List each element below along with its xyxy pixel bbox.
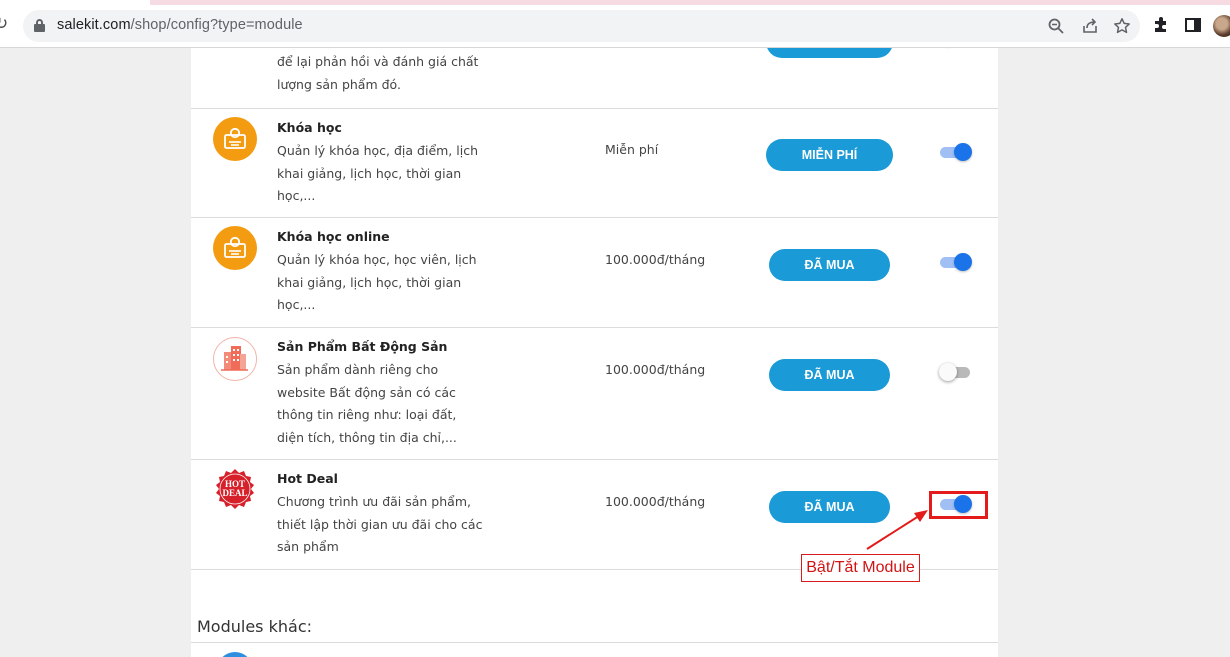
module-price: 100.000đ/tháng: [605, 362, 706, 377]
module-name: Hot Deal: [277, 471, 338, 486]
module-description: Sản phẩm dành riêng cho website Bất động…: [277, 362, 457, 446]
module-description: Chương trình ưu đãi sản phẩm, thiết lập …: [277, 494, 483, 555]
address-bar[interactable]: salekit.com/shop/config?type=module: [23, 10, 1140, 42]
hot-deal-icon: HOT DEAL: [213, 467, 257, 511]
course-icon: [213, 226, 257, 270]
free-button[interactable]: MIỄN PHÍ: [766, 48, 893, 58]
free-button[interactable]: MIỄN PHÍ: [766, 139, 893, 171]
module-name: Sản Phẩm Bất Động Sản: [277, 339, 448, 354]
lock-icon[interactable]: [34, 19, 45, 32]
browser-toolbar: ↻ salekit.com/shop/config?type=module: [0, 0, 1230, 48]
module-description: để lại phản hồi và đánh giá chất lượng s…: [277, 54, 479, 92]
purchased-button[interactable]: ĐÃ MUA: [769, 359, 890, 391]
module-row-bat-dong-san: Sản Phẩm Bất Động Sản Sản phẩm dành riên…: [191, 328, 998, 460]
module-description: Quản lý khóa học, địa điểm, lịch khai gi…: [277, 143, 478, 204]
module-toggle-on[interactable]: [940, 252, 972, 272]
url-host: salekit.com: [57, 17, 131, 33]
hot-deal-logo-deal: DEAL: [222, 488, 247, 498]
purchased-button[interactable]: ĐÃ MUA: [769, 249, 890, 281]
real-estate-icon: [213, 337, 257, 381]
module-price: 100.000đ/tháng: [605, 494, 706, 509]
module-description: Quản lý khóa học, học viên, lịch khai gi…: [277, 252, 477, 313]
module-name: Khóa học: [277, 120, 342, 135]
share-icon[interactable]: [1081, 17, 1099, 35]
module-name: Khóa học online: [277, 229, 390, 244]
module-price: 100.000đ/tháng: [605, 252, 706, 267]
highlight-box: [929, 491, 988, 519]
profile-avatar[interactable]: [1213, 15, 1230, 37]
module-price: Miễn phí: [605, 142, 659, 157]
url-text[interactable]: salekit.com/shop/config?type=module: [57, 17, 303, 33]
other-modules-heading: Modules khác:: [197, 617, 312, 636]
zoom-icon[interactable]: [1047, 17, 1065, 35]
annotation-label: Bật/Tắt Module: [801, 554, 920, 582]
course-icon: [213, 117, 257, 161]
module-icon: [217, 652, 253, 657]
star-icon[interactable]: [1113, 17, 1131, 35]
extensions-icon[interactable]: [1152, 16, 1170, 34]
divider: [191, 642, 998, 643]
module-toggle-on[interactable]: [940, 142, 972, 162]
reload-icon[interactable]: ↻: [0, 13, 8, 35]
tab-strip-edge: [150, 0, 1230, 5]
module-toggle-off[interactable]: [939, 362, 972, 382]
side-panel-icon[interactable]: [1184, 16, 1202, 34]
module-row: để lại phản hồi và đánh giá chất lượng s…: [191, 48, 998, 109]
module-row-khoa-hoc-online: Khóa học online Quản lý khóa học, học vi…: [191, 218, 998, 328]
annotation-arrow: [866, 510, 928, 550]
url-path: /shop/config?type=module: [130, 17, 303, 33]
module-row-khoa-hoc: Khóa học Quản lý khóa học, địa điểm, lịc…: [191, 109, 998, 218]
